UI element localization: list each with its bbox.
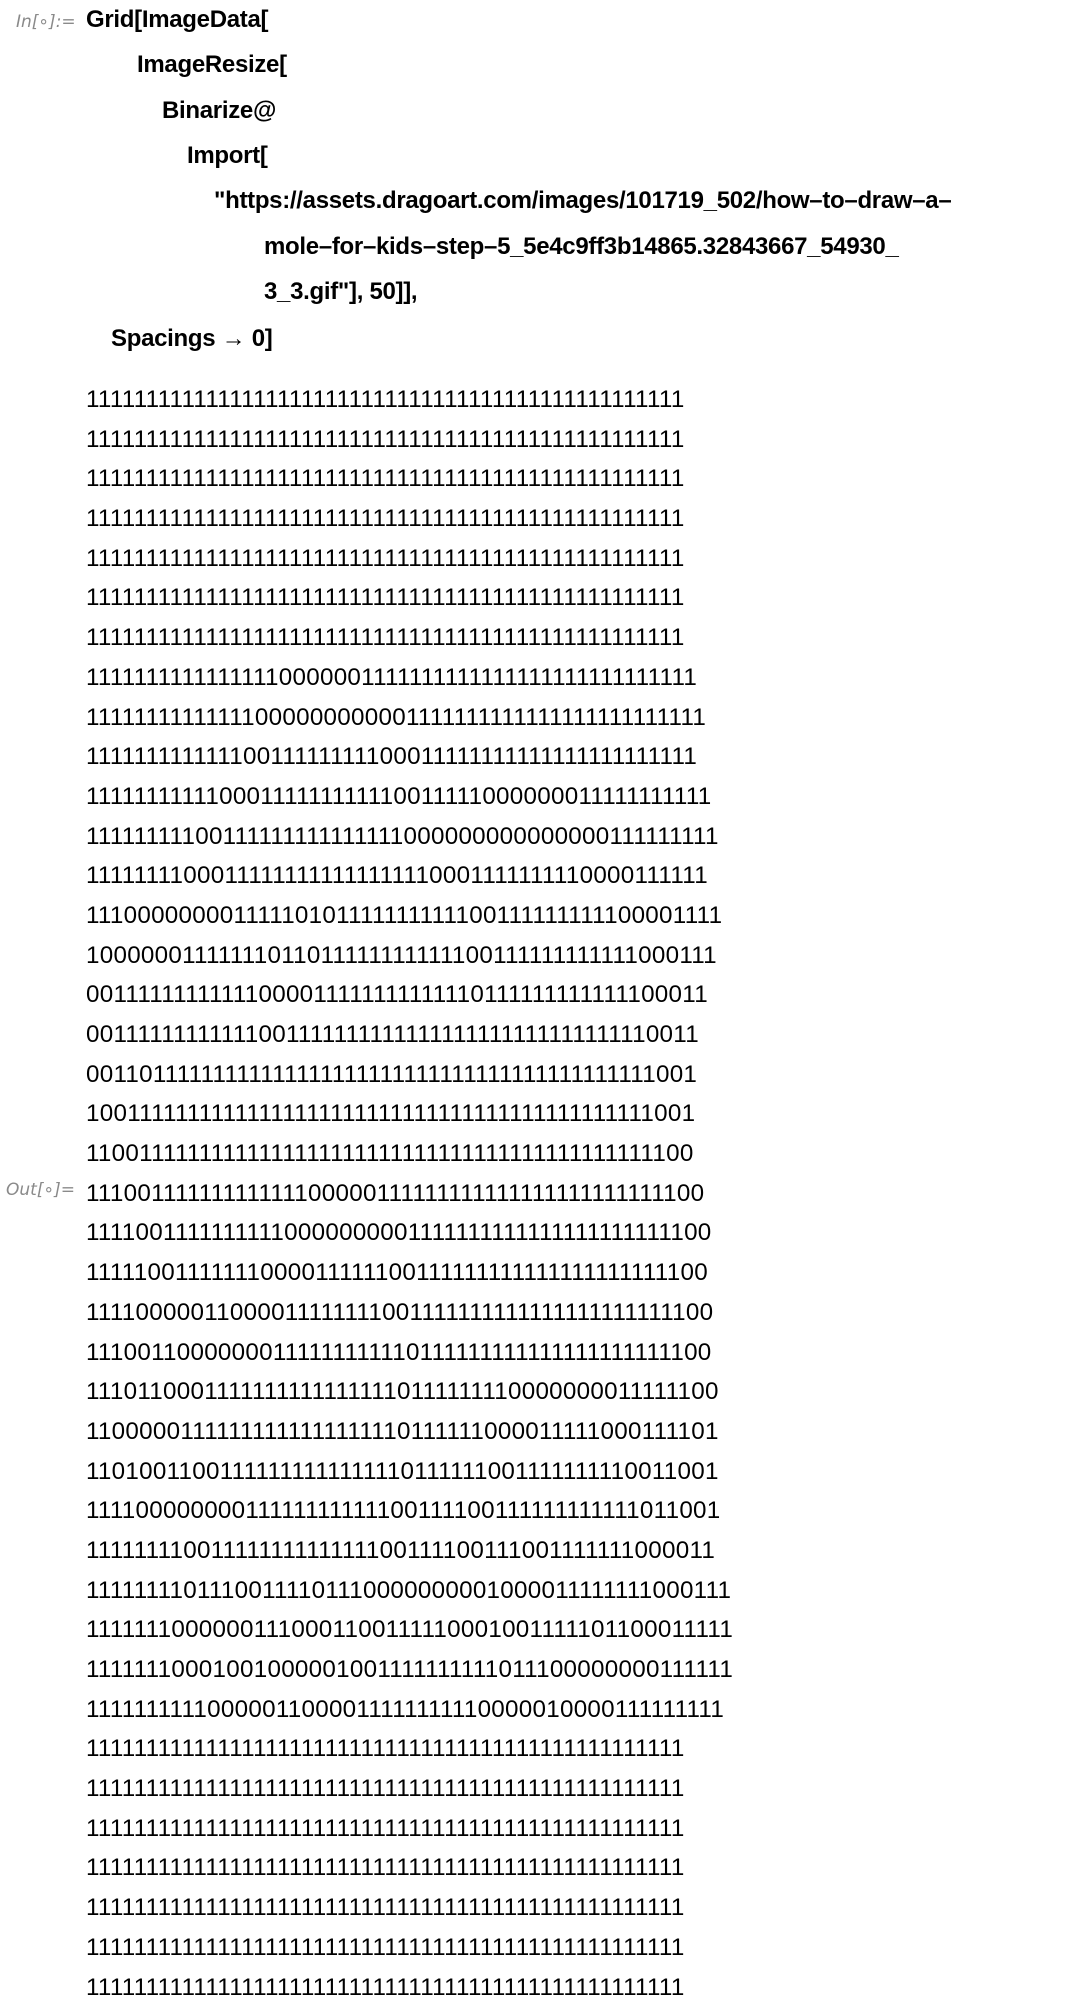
grid-row: 1111111111111111111111111111111111111111… (86, 499, 733, 539)
grid-row: 1111111111111111111111111111111111111111… (86, 578, 733, 618)
code-line[interactable]: Spacings → 0] (111, 325, 272, 353)
grid-row: 1000000111111101101111111111110011111111… (86, 936, 733, 976)
grid-row: 1100000111111111111111111011111100001111… (86, 1412, 733, 1452)
grid-row: 1001111111111111111111111111111111111111… (86, 1094, 733, 1134)
grid-row: 1101001100111111111111111011111100111111… (86, 1452, 733, 1492)
grid-row: 1111001111111111000000000111111111111111… (86, 1213, 733, 1253)
grid-row: 1111111111111111111111111111111111111111… (86, 1968, 733, 2007)
grid-row: 1111000001100001111111100111111111111111… (86, 1293, 733, 1333)
grid-row: 1111111111111111111111111111111111111111… (86, 420, 733, 460)
code-line[interactable]: Grid[ImageData[ (86, 6, 268, 34)
code-line[interactable]: ImageResize[ (137, 51, 287, 79)
grid-row: 1111111111111111111111111111111111111111… (86, 1729, 733, 1769)
code-line[interactable]: mole–for–kids–step–5_5e4c9ff3b14865.3284… (264, 233, 899, 261)
grid-row: 1110011000000011111111111011111111111111… (86, 1333, 733, 1373)
grid-row: 1111111100111111111111110011110011100111… (86, 1531, 733, 1571)
grid-row: 1100111111111111111111111111111111111111… (86, 1134, 733, 1174)
code-line[interactable]: Binarize@ (162, 97, 276, 125)
grid-row: 1111111000100100000100111111111101110000… (86, 1650, 733, 1690)
grid-row: 1111111111111111111111111111111111111111… (86, 1809, 733, 1849)
code-line[interactable]: Import[ (187, 142, 268, 170)
grid-row: 1111111111111111111111111111111111111111… (86, 1769, 733, 1809)
grid-row: 1111111111111111111111111111111111111111… (86, 539, 733, 579)
code-line[interactable]: 3_3.gif"], 50]], (264, 278, 417, 306)
grid-row: 1111000000001111111111110011110011111111… (86, 1491, 733, 1531)
grid-row: 1111111111111111111111111111111111111111… (86, 1928, 733, 1968)
input-cell-label: In[∘]:= (16, 12, 76, 32)
grid-row: 1111111111111100000000000111111111111111… (86, 698, 733, 738)
grid-row: 1111111111000001100001111111111000001000… (86, 1690, 733, 1730)
grid-row: 1110011111111111110000011111111111111111… (86, 1174, 733, 1214)
code-line[interactable]: "https://assets.dragoart.com/images/1017… (214, 187, 951, 215)
grid-row: 1111111111111111111111111111111111111111… (86, 1848, 733, 1888)
grid-row: 0011111111111100111111111111111111111111… (86, 1015, 733, 1055)
grid-row: 1111111111111111111111111111111111111111… (86, 1888, 733, 1928)
grid-row: 1110000000011111010111111111110011111111… (86, 896, 733, 936)
grid-row: 1111111111111001111111110001111111111111… (86, 737, 733, 777)
output-cell-label: Out[∘]= (6, 1180, 75, 1200)
grid-row: 1111111111111111111111111111111111111111… (86, 618, 733, 658)
grid-row: 1111111111111111000000111111111111111111… (86, 658, 733, 698)
grid-row: 1110110001111111111111111011111111000000… (86, 1372, 733, 1412)
grid-row: 1111111100011111111111111111000111111111… (86, 856, 733, 896)
grid-row: 1111111000000111000110011111000100111110… (86, 1610, 733, 1650)
grid-row: 1111111101110011110111000000000100001111… (86, 1571, 733, 1611)
grid-row: 1111100111111100001111110011111111111111… (86, 1253, 733, 1293)
grid-row: 0011011111111111111111111111111111111111… (86, 1055, 733, 1095)
grid-row: 0011111111111100001111111111111011111111… (86, 975, 733, 1015)
output-grid[interactable]: 1111111111111111111111111111111111111111… (86, 380, 733, 2007)
grid-row: 1111111110011111111111111100000000000000… (86, 817, 733, 857)
grid-row: 1111111111111111111111111111111111111111… (86, 380, 733, 420)
grid-row: 1111111111111111111111111111111111111111… (86, 459, 733, 499)
grid-row: 1111111111100011111111111001111100000001… (86, 777, 733, 817)
